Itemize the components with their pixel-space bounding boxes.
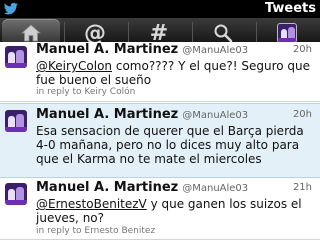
in-reply-to[interactable]: in reply to Keiry Colón	[36, 87, 135, 97]
tweet-text: @KeiryColon como???? Y el que?! Seguro q…	[36, 59, 312, 87]
in-reply-to[interactable]: in reply to Ernesto Benitez	[36, 226, 155, 236]
mention-link[interactable]: @KeiryColon	[36, 59, 112, 73]
author-handle: @ManuAle03	[182, 183, 249, 194]
avatar-icon	[277, 23, 297, 43]
home-icon	[20, 24, 42, 42]
toolbar-divider	[64, 22, 65, 44]
author-handle: @ManuAle03	[182, 45, 249, 56]
tweet-item[interactable]: Manuel A. Martinez @ManuAle03 21h @Ernest…	[0, 179, 320, 240]
tweet-author: Manuel A. Martinez @ManuAle03	[36, 42, 248, 57]
tweet-item[interactable]: Manuel A. Martinez @ManuAle03 20h @KeiryC…	[0, 42, 320, 102]
tweet-time: 21h	[292, 182, 312, 193]
screen-title: Tweets	[264, 1, 316, 16]
avatar[interactable]	[5, 183, 27, 205]
tweet-item-selected[interactable]: Manuel A. Martinez @ManuAle03 20h Esa sen…	[0, 103, 320, 178]
twitter-bird-icon	[3, 2, 18, 15]
author-handle: @ManuAle03	[182, 110, 249, 121]
tweet-list[interactable]: Manuel A. Martinez @ManuAle03 20h @KeiryC…	[0, 42, 320, 240]
author-name: Manuel A. Martinez	[36, 180, 179, 195]
author-name: Manuel A. Martinez	[36, 107, 179, 122]
avatar[interactable]	[5, 46, 27, 68]
tweet-author: Manuel A. Martinez @ManuAle03	[36, 180, 248, 195]
toolbar-divider	[256, 22, 257, 44]
tweet-text: @ErnestoBenitezV y que ganen los suizos …	[36, 197, 312, 225]
tweet-time: 20h	[292, 44, 312, 55]
search-icon	[214, 24, 233, 43]
mention-link[interactable]: @ErnestoBenitezV	[36, 197, 147, 211]
author-name: Manuel A. Martinez	[36, 42, 179, 57]
tweet-text: Esa sensacion de querer que el Barça pie…	[36, 124, 304, 166]
avatar[interactable]	[5, 110, 27, 132]
toolbar-divider	[192, 22, 193, 44]
title-bar: Tweets	[0, 0, 320, 18]
tweet-author: Manuel A. Martinez @ManuAle03	[36, 107, 248, 122]
tweet-time: 20h	[292, 109, 312, 120]
toolbar-divider	[128, 22, 129, 44]
